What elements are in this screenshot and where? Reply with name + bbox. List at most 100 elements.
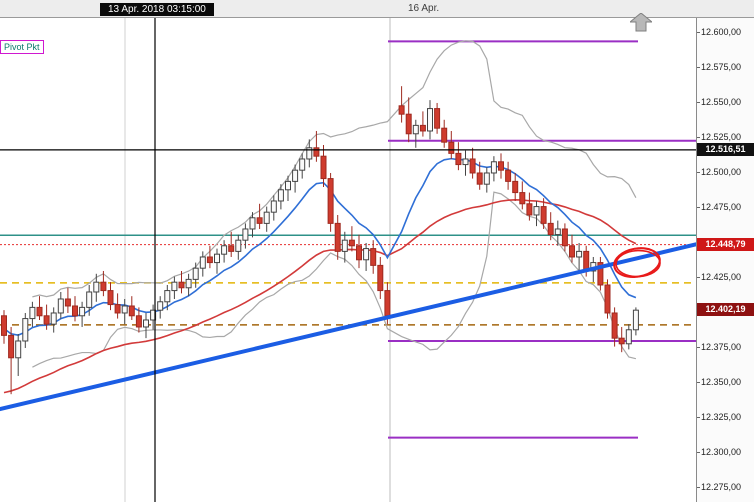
candlestick: [576, 250, 583, 258]
candlestick: [43, 315, 50, 325]
candlestick: [107, 290, 114, 306]
candlestick: [327, 178, 334, 224]
candlestick: [185, 278, 192, 289]
candlestick: [93, 281, 100, 293]
candlestick: [490, 161, 497, 174]
candlestick: [412, 124, 419, 135]
candlestick: [57, 298, 64, 314]
candlestick: [242, 228, 249, 241]
candlestick: [249, 217, 256, 230]
candlestick: [384, 290, 391, 317]
candlestick: [320, 155, 327, 180]
candlestick: [611, 312, 618, 339]
price-tick-label: 12.550,00: [696, 97, 742, 108]
candlestick: [554, 228, 561, 236]
ema-fast-line: [3, 157, 637, 336]
candlestick: [206, 256, 213, 264]
candlestick: [135, 315, 142, 328]
candlestick: [50, 312, 57, 325]
candlestick: [625, 329, 632, 345]
price-tick-label: 12.325,00: [696, 412, 742, 423]
candlestick: [561, 228, 568, 247]
candlestick: [114, 304, 121, 314]
candlestick: [334, 222, 341, 252]
candlestick: [64, 298, 71, 307]
candlestick: [455, 152, 462, 166]
candlestick: [512, 180, 519, 194]
candlestick: [171, 281, 178, 292]
candlestick: [178, 281, 185, 289]
price-tick-label: 12.425,00: [696, 272, 742, 283]
candlestick: [476, 172, 483, 185]
candlestick: [86, 291, 93, 308]
crosshair-price-badge: 12.516,51: [697, 143, 754, 157]
candlestick: [228, 245, 235, 252]
candlestick: [72, 305, 78, 317]
crosshair-time-badge: 13 Apr. 2018 03:15:00: [100, 3, 214, 16]
candlestick: [462, 158, 469, 166]
candlestick: [405, 113, 412, 135]
candlestick: [569, 245, 575, 258]
candlestick: [526, 203, 533, 216]
candlestick: [498, 161, 504, 171]
candlestick: [22, 318, 29, 342]
ema-slow-line: [3, 199, 637, 394]
alert-price-badge: 12.448,79: [697, 238, 754, 252]
candlestick: [263, 211, 270, 224]
trading-chart-screen: 13 Apr. 2018 03:15:00 16 Apr. 12.600,00 1…: [0, 0, 754, 502]
candlestick: [419, 124, 426, 132]
candlestick: [100, 281, 107, 292]
candlestick: [547, 222, 554, 236]
price-tick-label: 12.350,00: [696, 377, 742, 388]
candlestick: [618, 337, 625, 345]
session-label-16-apr: 16 Apr.: [408, 3, 440, 14]
candlestick: [221, 245, 228, 255]
price-tick-label: 12.300,00: [696, 447, 742, 458]
scroll-latest-up-arrow-icon[interactable]: [628, 12, 654, 32]
candlestick: [313, 147, 320, 157]
trend-line: [0, 242, 696, 412]
candlestick: [256, 217, 263, 224]
candlestick: [214, 253, 220, 264]
bollinger-upper-band: [32, 40, 637, 298]
candlestick: [128, 305, 135, 317]
candlestick: [36, 306, 43, 317]
last-price-badge: 12.402,19: [697, 303, 754, 317]
candlestick: [8, 334, 15, 359]
candlestick: [299, 158, 306, 171]
candlestick: [377, 264, 384, 292]
candlestick: [363, 248, 370, 261]
candlestick: [632, 309, 639, 331]
price-tick-label: 12.275,00: [696, 482, 742, 493]
candlestick: [199, 256, 206, 269]
candlestick: [469, 158, 476, 174]
price-tick-label: 12.525,00: [696, 132, 742, 143]
price-tick-label: 12.375,00: [696, 342, 742, 353]
candlestick: [434, 108, 441, 129]
candlestick: [427, 108, 433, 132]
candlestick: [604, 284, 611, 314]
candlestick: [505, 169, 512, 182]
candlestick: [192, 267, 199, 280]
candlestick: [533, 206, 540, 216]
candlestick: [157, 301, 164, 311]
candlestick: [540, 206, 547, 224]
candlestick: [79, 306, 86, 317]
candlestick: [341, 239, 348, 252]
candlestick: [292, 169, 299, 182]
candlestick: [15, 340, 22, 359]
price-tick-label: 12.500,00: [696, 167, 742, 178]
candlestick: [483, 172, 490, 185]
chart-canvas[interactable]: [0, 18, 696, 502]
candlestick: [270, 200, 277, 213]
candlestick: [277, 189, 284, 202]
price-tick-label: 12.575,00: [696, 62, 742, 73]
candlestick: [285, 180, 291, 191]
candlestick: [121, 305, 128, 314]
pivot-points-label: Pivot Pkt: [0, 40, 44, 54]
candlestick: [1, 315, 7, 336]
price-tick-label: 12.600,00: [696, 27, 742, 38]
candlestick: [143, 319, 149, 328]
candlestick: [29, 306, 36, 320]
candlestick: [356, 245, 362, 261]
